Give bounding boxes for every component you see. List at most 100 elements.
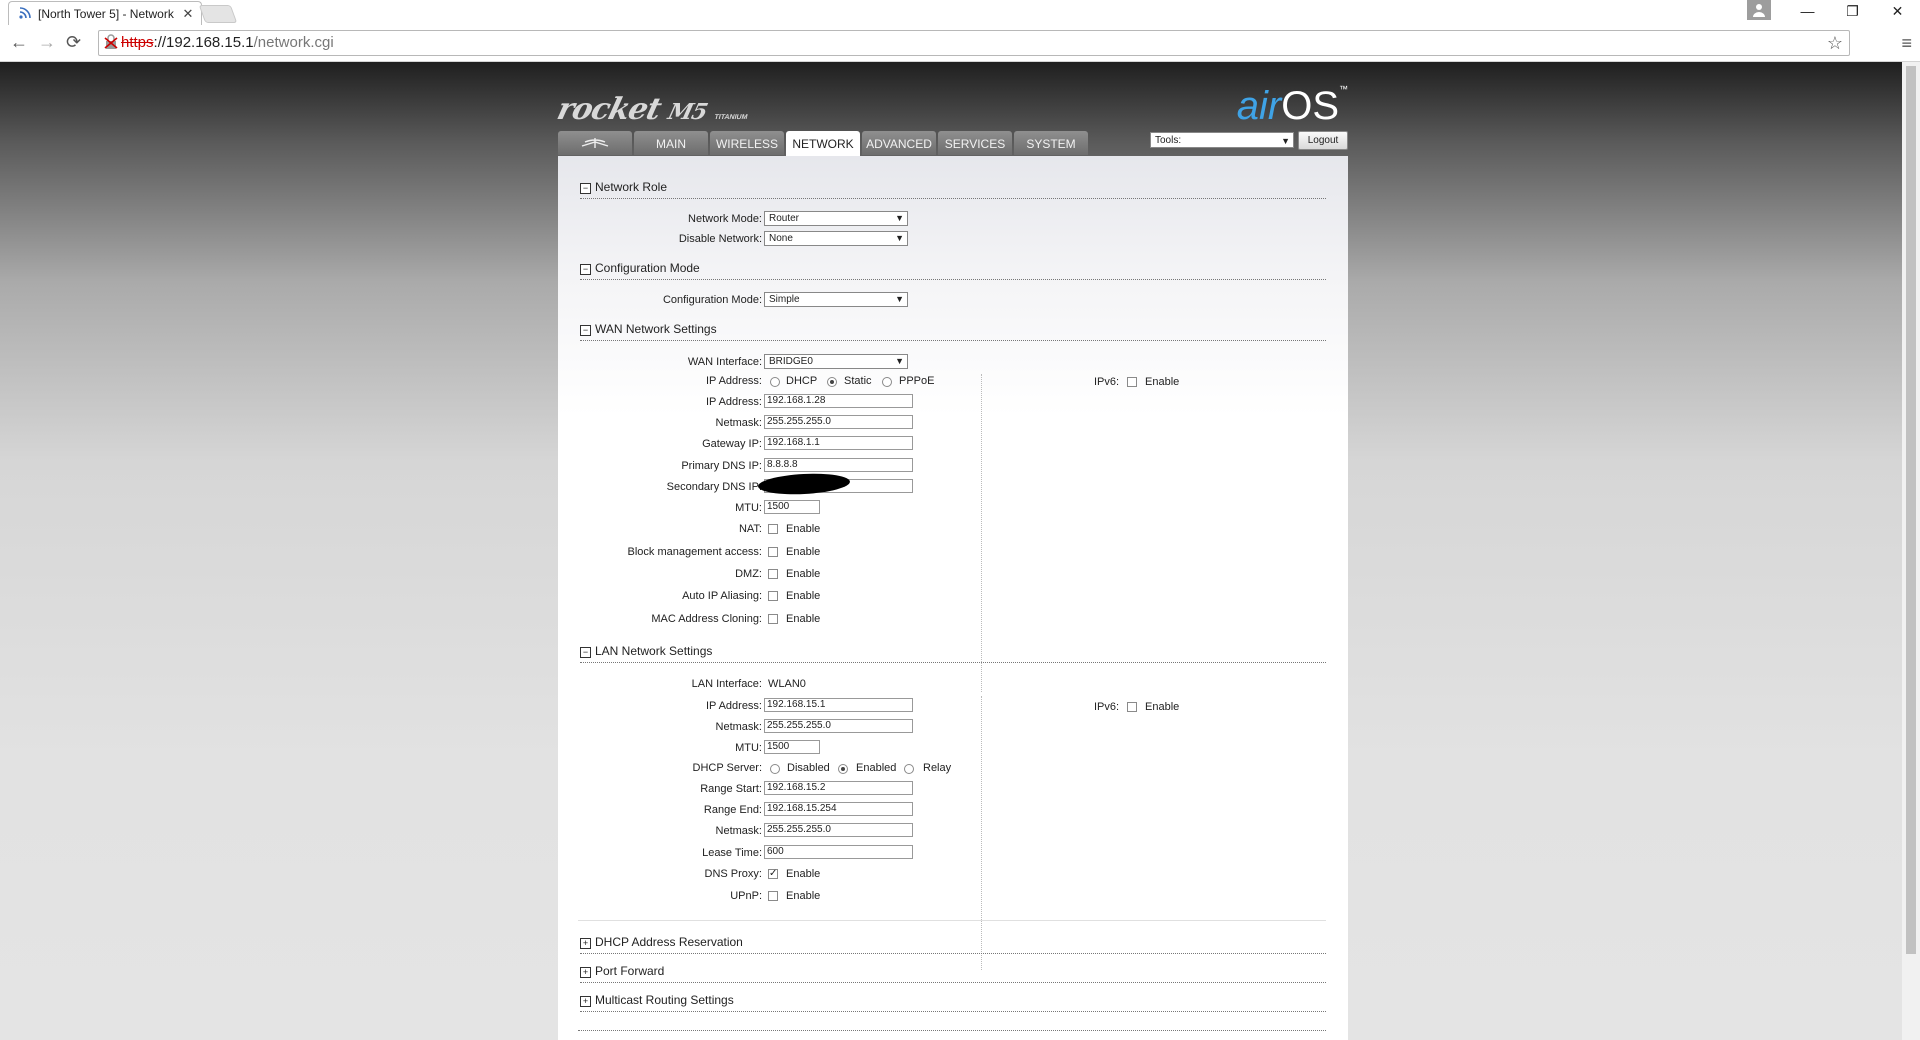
dmz-checkbox[interactable] — [768, 569, 778, 579]
browser-tab[interactable]: [North Tower 5] - Network ✕ — [8, 1, 202, 25]
block-mgmt-enable-text: Enable — [786, 546, 821, 558]
section-multicast[interactable]: + Multicast Routing Settings — [580, 993, 1326, 1012]
section-port-forward[interactable]: + Port Forward — [580, 964, 1326, 983]
block-mgmt-label: Block management access: — [627, 546, 762, 558]
lan-ipv6-checkbox[interactable] — [1127, 702, 1137, 712]
disable-network-label: Disable Network: — [678, 233, 762, 245]
tab-advanced[interactable]: ADVANCED — [862, 131, 936, 155]
collapse-icon[interactable]: − — [580, 264, 591, 275]
column-divider — [981, 696, 982, 970]
lease-time-input[interactable] — [764, 845, 913, 859]
wan-dns1-label: Primary DNS IP: — [681, 460, 762, 472]
tab-ubnt-logo[interactable] — [558, 131, 632, 155]
wan-dhcp-radio[interactable] — [770, 377, 780, 387]
expand-icon[interactable]: + — [580, 967, 591, 978]
back-icon[interactable]: ← — [10, 33, 28, 51]
tab-main[interactable]: MAIN — [634, 131, 708, 155]
wan-ip-label: IP Address: — [705, 396, 762, 408]
logo-rocket-text: rocket — [553, 92, 665, 127]
minimize-button[interactable]: — — [1785, 0, 1830, 24]
dns-proxy-enable-text: Enable — [786, 868, 821, 880]
upnp-label: UPnP: — [730, 890, 762, 902]
tab-services[interactable]: SERVICES — [938, 131, 1012, 155]
dhcp-relay-label: Relay — [923, 762, 952, 774]
lan-interface-value: WLAN0 — [768, 678, 806, 690]
tab-system[interactable]: SYSTEM — [1014, 131, 1088, 155]
dhcp-enabled-label: Enabled — [856, 762, 897, 774]
wan-mtu-label: MTU: — [735, 502, 762, 514]
user-profile-icon[interactable] — [1747, 0, 1771, 20]
wan-netmask-input[interactable] — [764, 415, 913, 429]
tab-network[interactable]: NETWORK — [786, 131, 860, 156]
tools-select[interactable]: Tools: ▼ — [1150, 132, 1294, 148]
section-dhcp-reservation[interactable]: + DHCP Address Reservation — [580, 935, 1326, 954]
close-tab-icon[interactable]: ✕ — [181, 6, 195, 22]
window-close-button[interactable]: ✕ — [1875, 0, 1920, 24]
lan-mtu-input[interactable] — [764, 740, 820, 754]
url-path: /network.cgi — [253, 34, 334, 51]
browser-toolbar: ← → ⟳ https://192.168.15.1/network.cgi ☆… — [0, 25, 1920, 62]
collapse-icon[interactable]: − — [580, 183, 591, 194]
tab-title: [North Tower 5] - Network — [38, 6, 174, 21]
browser-menu-icon[interactable]: ≡ — [1901, 33, 1912, 54]
dhcp-relay-radio[interactable] — [904, 764, 914, 774]
network-mode-select[interactable]: Router ▼ — [764, 211, 908, 226]
logo-model-text: M5 — [665, 99, 710, 125]
configuration-mode-label: Configuration Mode: — [662, 294, 762, 306]
block-mgmt-checkbox[interactable] — [768, 547, 778, 557]
dns-proxy-checkbox[interactable]: ✓ — [768, 869, 778, 879]
restore-button[interactable]: ❐ — [1830, 0, 1875, 24]
range-start-input[interactable] — [764, 781, 913, 795]
section-title: Port Forward — [595, 964, 665, 978]
address-bar[interactable]: https://192.168.15.1/network.cgi ☆ — [98, 30, 1850, 56]
scrollbar-thumb[interactable] — [1906, 66, 1916, 954]
expand-icon[interactable]: + — [580, 938, 591, 949]
reload-icon[interactable]: ⟳ — [66, 33, 81, 51]
wan-interface-select[interactable]: BRIDGE0 ▼ — [764, 354, 908, 369]
wan-pppoe-radio[interactable] — [882, 377, 892, 387]
dhcp-disabled-radio[interactable] — [770, 764, 780, 774]
wan-static-radio[interactable] — [827, 377, 837, 387]
collapse-icon[interactable]: − — [580, 325, 591, 336]
wan-dns2-label: Secondary DNS IP: — [666, 481, 762, 493]
logo-tm: ™ — [1339, 84, 1348, 94]
upnp-enable-text: Enable — [786, 890, 821, 902]
tab-wireless[interactable]: WIRELESS — [710, 131, 784, 155]
wan-mtu-input[interactable] — [764, 500, 820, 514]
nat-checkbox[interactable] — [768, 524, 778, 534]
auto-ip-label: Auto IP Aliasing: — [682, 590, 762, 602]
chevron-down-icon: ▼ — [895, 356, 904, 366]
dmz-label: DMZ: — [735, 568, 762, 580]
configuration-mode-value: Simple — [769, 294, 800, 305]
page-scrollbar[interactable] — [1902, 62, 1920, 1040]
logout-button[interactable]: Logout — [1298, 131, 1348, 150]
lan-netmask-input[interactable] — [764, 719, 913, 733]
wan-pppoe-label: PPPoE — [899, 375, 935, 387]
wan-dns1-input[interactable] — [764, 458, 913, 472]
wan-gateway-input[interactable] — [764, 436, 913, 450]
dhcp-server-label: DHCP Server: — [692, 762, 762, 774]
forward-icon[interactable]: → — [38, 33, 56, 51]
wan-netmask-label: Netmask: — [715, 417, 762, 429]
section-wan-settings: − WAN Network Settings — [580, 322, 1326, 341]
mac-clone-checkbox[interactable] — [768, 614, 778, 624]
wan-ipv6-checkbox[interactable] — [1127, 377, 1137, 387]
new-tab-button[interactable] — [198, 5, 238, 23]
network-mode-label: Network Mode: — [688, 213, 762, 225]
collapse-icon[interactable]: − — [580, 647, 591, 658]
lan-ip-input[interactable] — [764, 698, 913, 712]
section-lan-settings: − LAN Network Settings — [580, 644, 1326, 663]
dns-proxy-label: DNS Proxy: — [704, 868, 762, 880]
range-end-input[interactable] — [764, 802, 913, 816]
dhcp-netmask-input[interactable] — [764, 823, 913, 837]
auto-ip-checkbox[interactable] — [768, 591, 778, 601]
disable-network-select[interactable]: None ▼ — [764, 231, 908, 246]
dhcp-enabled-radio[interactable] — [838, 764, 848, 774]
expand-icon[interactable]: + — [580, 996, 591, 1007]
wan-ip-input[interactable] — [764, 394, 913, 408]
bookmark-star-icon[interactable]: ☆ — [1827, 31, 1843, 55]
configuration-mode-select[interactable]: Simple ▼ — [764, 292, 908, 307]
nat-enable-text: Enable — [786, 523, 821, 535]
section-configuration-mode: − Configuration Mode — [580, 261, 1326, 280]
upnp-checkbox[interactable] — [768, 891, 778, 901]
